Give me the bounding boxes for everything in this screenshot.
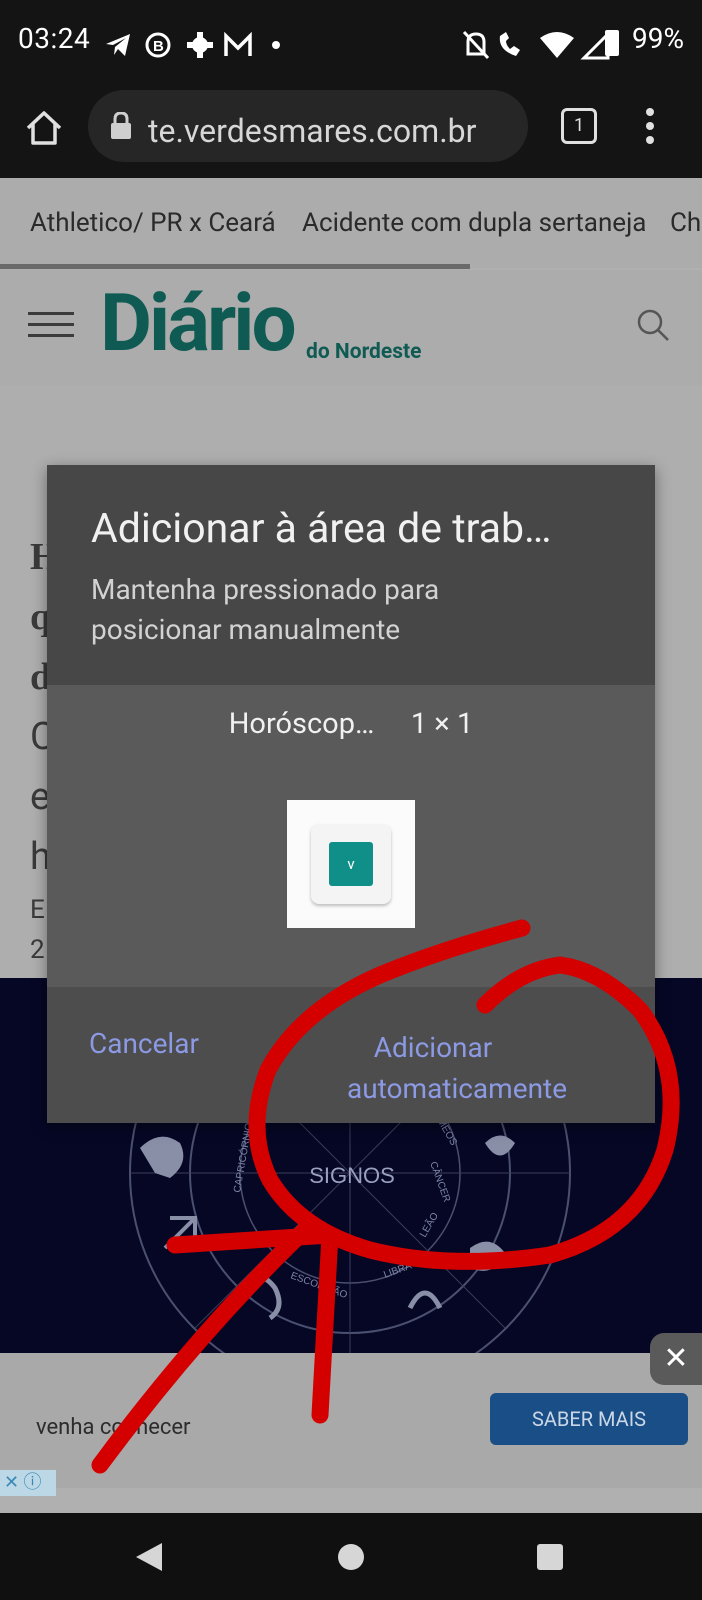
topic-link[interactable]: Ch	[670, 208, 701, 238]
topic-link[interactable]: Acidente com dupla sertaneja	[302, 208, 646, 238]
mail-icon	[224, 31, 252, 56]
topic-strip: Athletico/ PR x Ceará Acidente com dupla…	[0, 178, 702, 269]
recents-icon[interactable]	[536, 1543, 564, 1571]
scroll-indicator	[0, 264, 470, 269]
add-automatically-button[interactable]: Adicionar automaticamente	[347, 1027, 567, 1109]
widget-tile: v	[311, 824, 391, 904]
widget-preview-area: Horóscop… 1 × 1 v	[47, 685, 655, 987]
search-icon[interactable]	[636, 308, 670, 342]
topic-link[interactable]: Athletico/ PR x Ceará	[30, 208, 276, 238]
browser-toolbar: te.verdesmares.com.br 1	[0, 88, 702, 178]
dialog-subtitle: Mantenha pressionado para posicionar man…	[91, 573, 440, 646]
status-time: 03:24	[18, 22, 91, 55]
url-bar[interactable]: te.verdesmares.com.br	[88, 90, 528, 162]
telegram-icon	[106, 34, 130, 56]
ad-banner: ✕ venha conhecer SABER MAIS ✕ ⓘ	[0, 1333, 702, 1496]
lock-icon	[111, 112, 131, 139]
system-nav-bar	[0, 1513, 702, 1600]
cancel-button[interactable]: Cancelar	[89, 1027, 199, 1060]
settings-icon	[187, 32, 213, 58]
dialog-actions: Cancelar Adicionar automaticamente	[47, 987, 655, 1123]
menu-dots-icon[interactable]	[643, 106, 657, 146]
zodiac-label: ESCORPIÃO	[289, 1269, 350, 1302]
capricorn-icon	[140, 1136, 184, 1178]
libra-icon	[407, 1290, 443, 1310]
widget-app-icon: v	[329, 842, 373, 886]
wifi-icon	[540, 32, 574, 58]
widget-name: Horóscop…	[228, 707, 375, 741]
site-header: Diário do Nordeste	[0, 270, 702, 385]
back-icon[interactable]	[134, 1541, 164, 1573]
ad-close-button[interactable]: ✕	[650, 1333, 702, 1385]
widget-preview[interactable]: v	[287, 800, 415, 928]
tab-switcher-button[interactable]: 1	[561, 108, 597, 144]
article-meta-fragment: E	[30, 895, 45, 925]
url-text: te.verdesmares.com.br	[148, 112, 477, 150]
dialog-header: Adicionar à área de trab… Mantenha press…	[47, 465, 655, 685]
dialog-title: Adicionar à área de trab…	[91, 505, 552, 553]
ad-cta-button[interactable]: SABER MAIS	[490, 1393, 688, 1445]
svg-text:B: B	[153, 38, 164, 55]
battery-level: 99%	[632, 22, 684, 55]
article-meta-fragment: 2	[30, 935, 45, 965]
banner-label: SIGNOS	[309, 1163, 395, 1188]
site-logo[interactable]: Diário	[100, 276, 297, 370]
widget-size: 1 × 1	[410, 707, 474, 741]
leo-icon	[470, 1241, 505, 1271]
dot-icon	[272, 41, 280, 49]
status-bar: 03:24 B 99%	[0, 0, 702, 88]
home-icon[interactable]	[24, 108, 64, 148]
hamburger-menu-icon[interactable]	[28, 310, 74, 340]
zodiac-label: CÂNCER	[427, 1160, 454, 1204]
cancer-icon	[485, 1135, 515, 1156]
sagittarius-icon	[163, 1216, 197, 1250]
ad-text: venha conhecer	[36, 1415, 191, 1440]
widget-label: Horóscop… 1 × 1	[47, 707, 655, 741]
ad-info-icon[interactable]: ✕ ⓘ	[0, 1470, 56, 1496]
scorpio-icon	[247, 1275, 282, 1321]
home-button-icon[interactable]	[337, 1543, 365, 1571]
zodiac-label: LIBRA	[382, 1260, 413, 1280]
status-left-icons: B	[106, 31, 280, 58]
zodiac-label: LEÃO	[416, 1210, 441, 1240]
add-widget-dialog: Adicionar à área de trab… Mantenha press…	[47, 465, 655, 1123]
zodiac-label: CAPRICÓRNIO	[230, 1122, 255, 1194]
battery-icon	[605, 30, 619, 56]
site-logo-sub: do Nordeste	[306, 340, 422, 364]
status-right-icons	[462, 30, 610, 60]
wifi-call-icon	[499, 32, 520, 56]
